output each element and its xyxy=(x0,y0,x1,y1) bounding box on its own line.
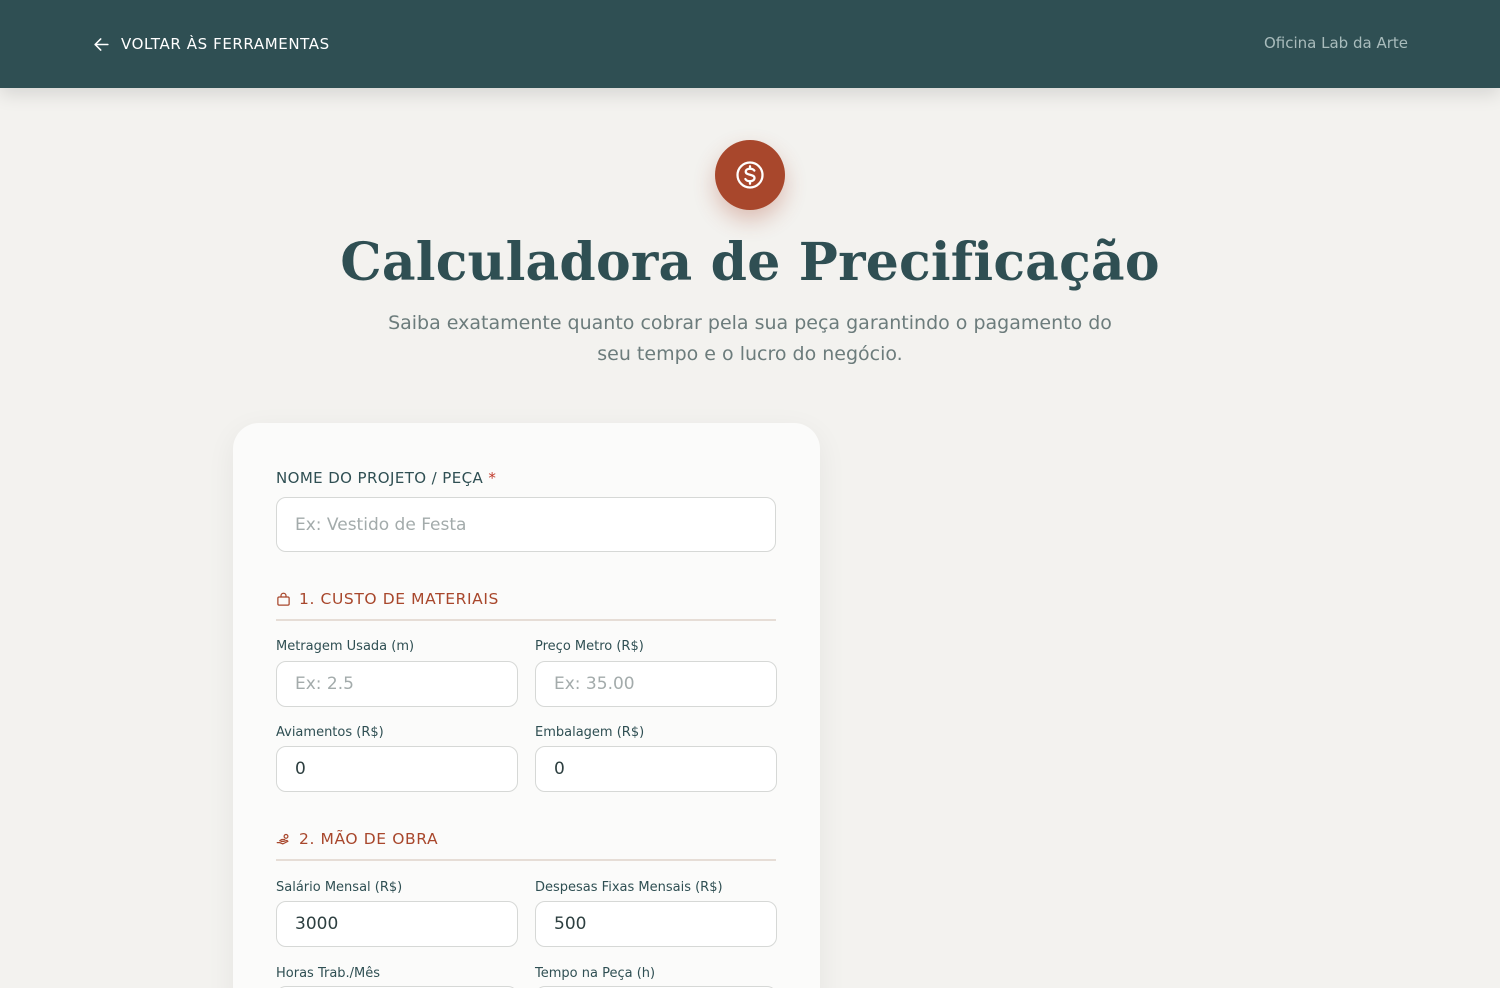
materials-section-divider xyxy=(276,619,776,621)
labor-section-header: 2. MÃO DE OBRA xyxy=(276,827,776,851)
monthly-salary-input[interactable] xyxy=(276,901,518,947)
arrow-left-icon xyxy=(94,37,109,51)
required-marker: * xyxy=(488,469,497,487)
back-link-label: VOLTAR ÀS FERRAMENTAS xyxy=(121,35,330,53)
materials-section-header: 1. CUSTO DE MATERIAIS xyxy=(276,587,776,611)
price-per-meter-input[interactable] xyxy=(535,661,777,707)
fabric-length-label: Metragem Usada (m) xyxy=(276,639,415,654)
page-subtitle: Saiba exatamente quanto cobrar pela sua … xyxy=(388,312,1112,365)
project-name-input[interactable] xyxy=(276,497,776,552)
monthly-hours-label: Horas Trab./Mês xyxy=(276,966,381,981)
brand-name: Oficina Lab da Arte xyxy=(1264,34,1408,52)
piece-time-label: Tempo na Peça (h) xyxy=(535,966,656,981)
hand-coins-icon xyxy=(276,833,289,844)
project-name-label: NOME DO PROJETO / PEÇA * xyxy=(276,469,496,487)
shopping-bag-icon xyxy=(277,592,290,606)
monthly-salary-label: Salário Mensal (R$) xyxy=(276,880,403,895)
packaging-input[interactable] xyxy=(535,746,777,792)
labor-section-title: 2. MÃO DE OBRA xyxy=(299,830,439,848)
back-to-tools-link[interactable]: VOLTAR ÀS FERRAMENTAS xyxy=(92,33,330,55)
packaging-label: Embalagem (R$) xyxy=(535,725,645,740)
pricing-form-card: NOME DO PROJETO / PEÇA * 1. CUSTO DE MAT… xyxy=(233,423,820,988)
fixed-expenses-input[interactable] xyxy=(535,901,777,947)
dollar-circle-icon xyxy=(736,161,764,189)
materials-section-title: 1. CUSTO DE MATERIAIS xyxy=(299,590,499,608)
page-title: Calculadora de Precificação xyxy=(340,232,1160,293)
labor-section-divider xyxy=(276,859,776,861)
trimmings-label: Aviamentos (R$) xyxy=(276,725,384,740)
fixed-expenses-label: Despesas Fixas Mensais (R$) xyxy=(535,880,723,895)
hero-badge xyxy=(715,140,785,210)
trimmings-input[interactable] xyxy=(276,746,518,792)
project-name-label-text: NOME DO PROJETO / PEÇA xyxy=(276,469,484,487)
price-per-meter-label: Preço Metro (R$) xyxy=(535,639,644,654)
fabric-length-input[interactable] xyxy=(276,661,518,707)
top-navigation-bar: VOLTAR ÀS FERRAMENTAS Oficina Lab da Art… xyxy=(0,0,1500,88)
